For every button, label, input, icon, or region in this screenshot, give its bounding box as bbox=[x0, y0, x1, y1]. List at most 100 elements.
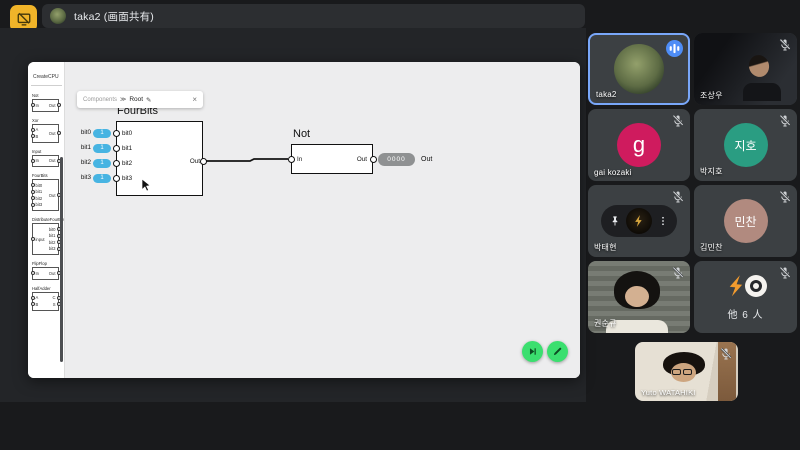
bit-port[interactable] bbox=[113, 145, 120, 152]
mic-off-icon bbox=[719, 347, 733, 361]
input-port: input bbox=[33, 236, 45, 243]
participant-tile[interactable]: 他 6 人 bbox=[694, 261, 797, 333]
input-port: bit3 bbox=[33, 202, 42, 209]
palette-component-box: AB Out bbox=[32, 124, 59, 143]
bit-toggle[interactable]: 1 bbox=[93, 129, 111, 138]
palette-component-xor[interactable]: Xor AB Out bbox=[32, 118, 59, 143]
outputs-column: Out bbox=[49, 127, 58, 140]
mic-off-icon bbox=[778, 38, 792, 52]
palette-component-fourbits[interactable]: FourBitsbit0bit1bit2bit3Out bbox=[32, 173, 59, 211]
palette-component-title: FlipFlop bbox=[32, 261, 59, 266]
not-in-port[interactable] bbox=[288, 156, 295, 163]
palette-component-title: DistributeFourBits bbox=[32, 217, 59, 222]
port-label: bit0 bbox=[36, 183, 43, 188]
overflow-count-label: 他 6 人 bbox=[727, 306, 763, 321]
palette-component-box: In Out bbox=[32, 99, 59, 112]
port-label: Out bbox=[49, 158, 56, 163]
edit-button[interactable] bbox=[547, 341, 568, 362]
bit-toggle[interactable]: 1 bbox=[93, 174, 111, 183]
pencil-icon[interactable]: ✎ bbox=[146, 96, 151, 104]
overflow-participants: 他 6 人 bbox=[724, 261, 767, 333]
palette-component-box: bit0bit1bit2bit3Out bbox=[32, 179, 59, 211]
more-vertical-icon[interactable] bbox=[657, 215, 669, 227]
bit-port-label: bit2 bbox=[122, 160, 132, 167]
bit-port-label: bit1 bbox=[122, 145, 132, 152]
port-label: A bbox=[36, 127, 39, 132]
port-dot bbox=[57, 131, 61, 135]
bit-port[interactable] bbox=[113, 130, 120, 137]
circuit-canvas[interactable]: Components ≫ Root ✎ × FourBits Out Not I… bbox=[64, 62, 580, 378]
participant-tile[interactable]: ggai kozaki bbox=[588, 109, 690, 181]
participant-tile[interactable]: 민찬김민찬 bbox=[694, 185, 797, 257]
mic-off-icon bbox=[671, 114, 685, 128]
bit-toggle[interactable]: 1 bbox=[93, 159, 111, 168]
input-port: In bbox=[33, 102, 39, 109]
mic-off-icon bbox=[671, 190, 685, 204]
participants-grid: taka2조상우ggai kozaki지호박지호박태현민찬김민찬권순규 他 6 人 bbox=[588, 33, 797, 333]
not-out-port[interactable] bbox=[370, 156, 377, 163]
port-label: bit3 bbox=[49, 246, 56, 251]
port-dot bbox=[31, 203, 35, 207]
palette-component-input[interactable]: Input In Out bbox=[32, 149, 59, 168]
outputs-column: Out bbox=[49, 102, 58, 109]
port-dot bbox=[31, 271, 35, 275]
bit-toggle[interactable]: 1 bbox=[93, 144, 111, 153]
palette-divider bbox=[31, 85, 62, 86]
input-port: B bbox=[33, 133, 38, 140]
breadcrumb-components[interactable]: Components bbox=[83, 97, 117, 103]
palette-component-title: Input bbox=[32, 149, 59, 154]
mic-off-icon bbox=[719, 347, 733, 361]
glasses-right bbox=[683, 369, 692, 375]
output-value-pill: 0000 bbox=[378, 153, 415, 166]
mic-off-icon bbox=[671, 114, 685, 128]
mic-off-icon bbox=[671, 266, 685, 280]
pencil-icon bbox=[552, 346, 563, 357]
participant-tile[interactable]: taka2 bbox=[588, 33, 690, 105]
port-label: bit2 bbox=[36, 196, 43, 201]
self-view-tile[interactable]: Yuto WATAHIKI bbox=[635, 342, 738, 401]
avatar-letter: 민찬 bbox=[724, 199, 768, 243]
port-label: bit0 bbox=[49, 227, 56, 232]
port-label: Out bbox=[49, 193, 56, 198]
port-label: In bbox=[36, 271, 40, 276]
inputs-column: AB bbox=[33, 127, 38, 140]
palette-component-title: FourBits bbox=[32, 173, 59, 178]
palette-component-flipflop[interactable]: FlipFlopInOut bbox=[32, 261, 59, 280]
palette-component-distributefourbits[interactable]: DistributeFourBits input bit0bit1 bit2bit3 bbox=[32, 217, 59, 255]
palette-scrollbar[interactable] bbox=[60, 157, 63, 362]
palette-component-halfadder[interactable]: HalfAdderABCS bbox=[32, 286, 59, 311]
pin-icon[interactable] bbox=[609, 215, 621, 227]
meet-control-bar: 16:22 | pnw-ecwj-pem 15 bbox=[0, 402, 800, 450]
input-port: In bbox=[33, 158, 39, 165]
port-dot bbox=[31, 183, 35, 187]
output-port: Out bbox=[49, 130, 58, 137]
presentation-off-icon bbox=[16, 11, 32, 27]
tile-hover-controls bbox=[601, 205, 677, 237]
port-label: In bbox=[36, 103, 40, 108]
step-button[interactable] bbox=[522, 341, 543, 362]
port-dot bbox=[31, 196, 35, 200]
output-port: bit3 bbox=[49, 246, 58, 253]
breadcrumb-current[interactable]: Root bbox=[129, 96, 143, 103]
participant-name: Yuto WATAHIKI bbox=[641, 388, 696, 397]
avatar-emblem bbox=[626, 208, 652, 234]
avatar-letter: 지호 bbox=[724, 123, 768, 167]
bit-port-label: bit3 bbox=[122, 175, 132, 182]
fourbits-out-port[interactable] bbox=[200, 158, 207, 165]
palette-component-not[interactable]: NotInOut bbox=[32, 93, 59, 112]
participant-tile[interactable]: 박태현 bbox=[588, 185, 690, 257]
close-icon[interactable]: × bbox=[192, 96, 197, 104]
palette-component-title: Xor bbox=[32, 118, 59, 123]
participant-tile[interactable]: 조상우 bbox=[694, 33, 797, 105]
mic-off-icon bbox=[778, 38, 792, 52]
bit-port[interactable] bbox=[113, 160, 120, 167]
bit-port[interactable] bbox=[113, 175, 120, 182]
bit-port-label: bit0 bbox=[122, 130, 132, 137]
port-label: bit1 bbox=[49, 233, 56, 238]
participant-tile[interactable]: 권순규 bbox=[588, 261, 690, 333]
participant-tile[interactable]: 지호박지호 bbox=[694, 109, 797, 181]
presenter-banner: taka2 (画面共有) bbox=[42, 4, 585, 28]
port-label: bit2 bbox=[49, 240, 56, 245]
outputs-column: Out bbox=[49, 182, 58, 208]
screen-share-region: CreateCPU NotInOutXorABOutInputInOutFour… bbox=[0, 28, 586, 402]
